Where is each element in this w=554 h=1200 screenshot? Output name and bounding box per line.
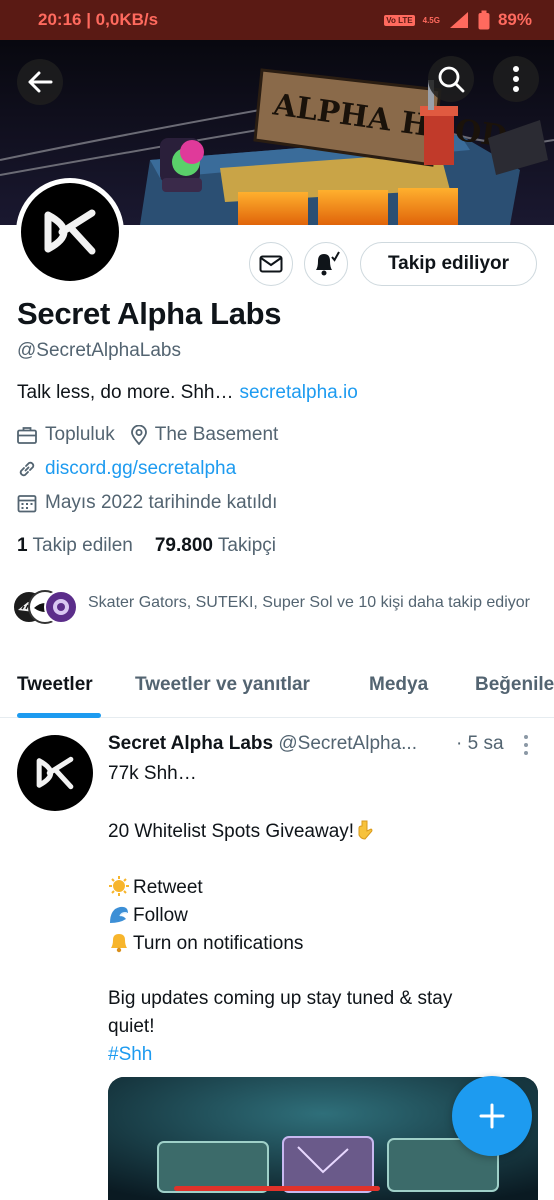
signal-icon [449, 12, 468, 28]
profile-website-link[interactable]: discord.gg/secretalpha [45, 458, 236, 480]
bell-icon [111, 934, 127, 953]
tweet-line: Follow [108, 903, 188, 927]
bio-text: Talk less, do more. Shh… [17, 382, 234, 403]
profile-meta-row-2: discord.gg/secretalpha [17, 458, 236, 480]
secret-alpha-logo [36, 756, 74, 790]
profile-meta-row-3: Mayıs 2022 tarihinde katıldı [17, 492, 277, 514]
search-icon [438, 66, 465, 93]
notifications-button[interactable] [304, 242, 348, 286]
tweet-line-text: Follow [133, 905, 188, 926]
active-tab-indicator [17, 713, 101, 718]
envelope-icon [259, 255, 283, 273]
tweet-line: Retweet [108, 875, 203, 899]
follow-counts: 1 Takip edilen 79.800 Takipçi [17, 535, 276, 557]
secret-alpha-logo [44, 209, 96, 255]
tweet-line: 77k Shh… [108, 763, 197, 784]
pointing-down-icon [358, 820, 373, 840]
tab-likes[interactable]: Beğeniler [475, 674, 554, 696]
profile-category: Topluluk [45, 424, 115, 445]
followers-count: 79.800 [154, 535, 213, 556]
following-count: 1 [17, 535, 28, 556]
more-vertical-icon [513, 66, 519, 92]
status-indicators: Vo LTE 4.5G 89% [384, 10, 532, 30]
gesture-bar[interactable] [174, 1186, 380, 1191]
known-followers-text: Skater Gators, SUTEKI, Super Sol ve 10 k… [88, 594, 530, 611]
tweet-line: 20 Whitelist Spots Giveaway! [108, 819, 379, 843]
profile-bio: Talk less, do more. Shh… secretalpha.io [17, 382, 358, 404]
profile-meta-row-1: Topluluk The Basement [17, 424, 278, 446]
plus-icon [479, 1103, 505, 1129]
sun-icon [109, 876, 129, 896]
tweet-line: Big updates coming up stay tuned & stay [108, 988, 453, 1009]
profile-handle: @SecretAlphaLabs [17, 340, 181, 361]
profile-avatar[interactable] [16, 178, 124, 286]
followers-count-link[interactable]: 79.800 Takipçi [155, 535, 276, 557]
message-button[interactable] [249, 242, 293, 286]
profile-joined-date: Mayıs 2022 tarihinde katıldı [45, 492, 278, 513]
battery-percent: 89% [497, 10, 532, 29]
link-icon [19, 461, 35, 477]
search-button[interactable] [428, 56, 474, 102]
tweet-line-text: Retweet [133, 877, 203, 898]
volte-badge: Vo LTE [384, 14, 415, 26]
bell-icon [316, 251, 340, 276]
tweet-author-avatar[interactable] [17, 735, 93, 811]
tweet-line-text: Turn on notifications [133, 933, 304, 954]
briefcase-icon [17, 427, 37, 444]
following-label: Takip edilen [32, 535, 133, 556]
tab-media[interactable]: Medya [369, 674, 428, 696]
bio-link[interactable]: secretalpha.io [239, 382, 357, 403]
tab-tweets[interactable]: Tweetler [17, 674, 93, 696]
tweet-hashtag[interactable]: #Shh [108, 1044, 152, 1066]
more-options-button[interactable] [493, 56, 539, 102]
profile-location: The Basement [154, 424, 279, 445]
tweet-line: quiet! [108, 1016, 155, 1037]
profile-name: Secret Alpha Labs [17, 296, 282, 331]
status-bar: 20:16 | 0,0KB/s Vo LTE 4.5G 89% [0, 0, 554, 40]
location-pin-icon [130, 425, 147, 445]
known-followers[interactable]: Skater Gators, SUTEKI, Super Sol ve 10 k… [12, 590, 542, 626]
network-type: 4.5G [422, 15, 440, 25]
back-button[interactable] [17, 59, 63, 105]
tweet-header: Secret Alpha Labs @SecretAlpha... [108, 733, 417, 755]
status-time-speed: 20:16 | 0,0KB/s [38, 10, 159, 29]
tweet-author-name[interactable]: Secret Alpha Labs [108, 733, 273, 754]
known-follower-avatar [44, 590, 78, 624]
battery-icon [478, 10, 490, 30]
tweet-line-text: 20 Whitelist Spots Giveaway! [108, 821, 355, 842]
arrow-left-icon [28, 71, 53, 93]
more-vertical-icon[interactable] [520, 734, 532, 756]
tweet-line: Turn on notifications [108, 931, 303, 955]
tweet-author-handle[interactable]: @SecretAlpha... [278, 733, 417, 754]
tab-tweets-and-replies[interactable]: Tweetler ve yanıtlar [135, 674, 310, 696]
followers-label: Takipçi [217, 535, 276, 556]
known-followers-avatars [12, 590, 80, 626]
following-button[interactable]: Takip ediliyor [360, 242, 537, 286]
calendar-icon [17, 495, 37, 513]
tweet-timestamp[interactable]: · 5 sa [456, 733, 504, 755]
wave-icon [110, 906, 128, 923]
following-count-link[interactable]: 1 Takip edilen [17, 535, 133, 557]
profile-tabs: Tweetler Tweetler ve yanıtlar Medya Beğe… [0, 660, 554, 718]
compose-tweet-button[interactable] [452, 1076, 532, 1156]
